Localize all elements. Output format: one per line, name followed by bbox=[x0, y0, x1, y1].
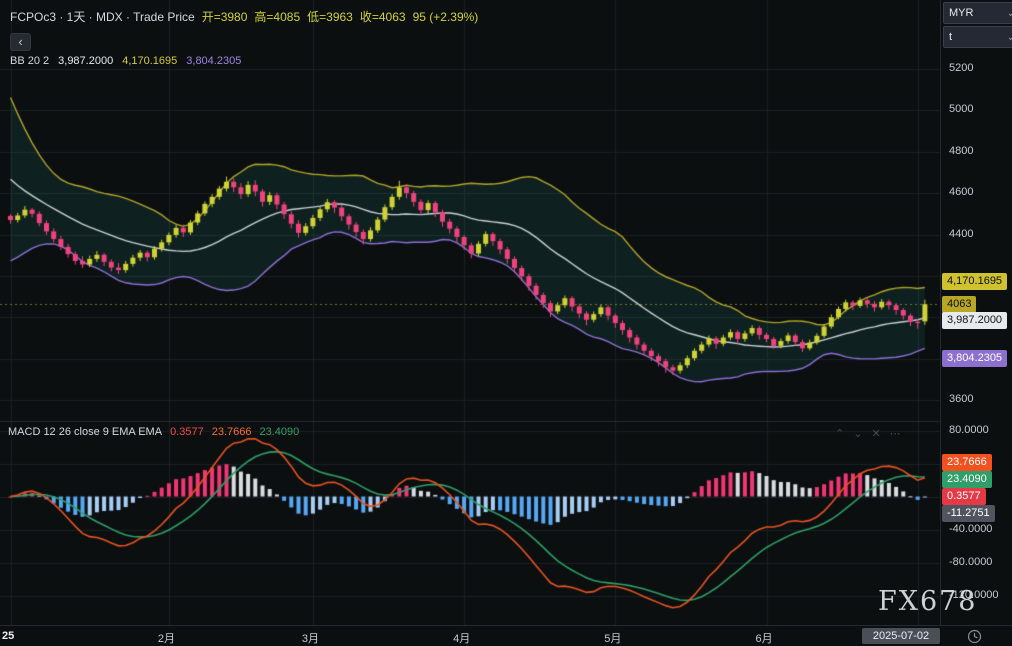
time-tick-label: 4月 bbox=[453, 630, 470, 646]
bb-upper-value: 4,170.1695 bbox=[122, 55, 177, 67]
price-tick-label: 4800 bbox=[949, 145, 973, 157]
time-tick-label: 5月 bbox=[604, 630, 621, 646]
bb-basis-value: 3,987.2000 bbox=[58, 55, 113, 67]
time-tick-label: 2月 bbox=[158, 630, 175, 646]
bb-basis-axis-label: 3,987.2000 bbox=[942, 312, 1007, 329]
macd-title[interactable]: MACD 12 26 close 9 EMA EMA bbox=[8, 426, 162, 438]
macd-signal-axis-label: 23.4090 bbox=[942, 471, 992, 488]
macd-pane-control-icon[interactable]: ⌃ bbox=[835, 428, 844, 440]
symbol-header: FCPOc3 · 1天 · MDX · Trade Price 开=3980 高=4… bbox=[10, 8, 485, 25]
unit-dropdown[interactable]: t ⌄ bbox=[943, 26, 1012, 48]
bb-upper-axis-label: 4,170.1695 bbox=[942, 273, 1007, 290]
close-value: 收=4063 bbox=[360, 10, 406, 24]
back-button[interactable]: ‹ bbox=[10, 33, 31, 51]
time-axis[interactable]: 25 2月 3月 4月 5月 6月 2025-07-02 bbox=[0, 625, 1012, 646]
bb-lower-value: 3,804.2305 bbox=[186, 55, 241, 67]
time-tick-label: 3月 bbox=[302, 630, 319, 646]
price-axis[interactable]: MYR ⌄ t ⌄ 5200 5000 4800 4600 4400 3600 80.000… bbox=[940, 0, 1012, 625]
trading-chart-app: FCPOc3 · 1天 · MDX · Trade Price 开=3980 高=4… bbox=[0, 0, 1012, 646]
time-tick-label: 6月 bbox=[756, 630, 773, 646]
chevron-down-icon: ⌄ bbox=[1007, 8, 1012, 19]
high-value: 高=4085 bbox=[254, 10, 300, 24]
price-tick-label: 3600 bbox=[949, 393, 973, 405]
chevron-down-icon: ⌄ bbox=[1007, 32, 1012, 43]
macd-line-value: 23.7666 bbox=[212, 426, 252, 438]
low-value: 低=3963 bbox=[307, 10, 353, 24]
back-icon: ‹ bbox=[18, 34, 22, 49]
macd-pane-control-icon[interactable]: ⌄ bbox=[853, 428, 862, 440]
time-tick-label: 25 bbox=[2, 630, 14, 642]
macd-pane-control-icon[interactable]: ✕ bbox=[871, 428, 880, 440]
currency-label: MYR bbox=[949, 7, 973, 19]
macd-pane-control-icon[interactable]: ⋯ bbox=[890, 428, 901, 440]
currency-dropdown[interactable]: MYR ⌄ bbox=[943, 2, 1012, 24]
unit-label: t bbox=[949, 31, 952, 43]
open-value: 开=3980 bbox=[202, 10, 248, 24]
macd-indicator-row: MACD 12 26 close 9 EMA EMA 0.3577 23.7666 2… bbox=[8, 426, 307, 438]
watermark: FX678 bbox=[878, 586, 978, 617]
price-tick-label: 4400 bbox=[949, 228, 973, 240]
macd-tick-label: 80.0000 bbox=[949, 424, 989, 436]
last-price-axis-label: 4063 bbox=[942, 296, 976, 313]
macd-signal-value: 23.4090 bbox=[259, 426, 299, 438]
price-tick-label: 5000 bbox=[949, 103, 973, 115]
bb-indicator-row: BB 20 2 3,987.2000 4,170.1695 3,804.2305 bbox=[10, 55, 250, 67]
current-date-box[interactable]: 2025-07-02 bbox=[862, 628, 940, 644]
change-value: 95 (+2.39%) bbox=[413, 10, 479, 24]
macd-hist-value: 0.3577 bbox=[170, 426, 204, 438]
macd-extra-axis-label: -11.2751 bbox=[942, 505, 995, 522]
macd-line-axis-label: 23.7666 bbox=[942, 454, 992, 471]
bb-lower-axis-label: 3,804.2305 bbox=[942, 350, 1007, 367]
macd-pane-controls: ⌃ ⌄ ✕ ⋯ bbox=[826, 427, 901, 440]
macd-tick-label: -40.0000 bbox=[949, 523, 992, 535]
clock-icon[interactable] bbox=[967, 629, 982, 644]
symbol-info[interactable]: FCPOc3 · 1天 · MDX · Trade Price bbox=[10, 10, 195, 24]
price-tick-label: 5200 bbox=[949, 62, 973, 74]
bb-title[interactable]: BB 20 2 bbox=[10, 55, 49, 67]
chart-canvas[interactable] bbox=[0, 0, 1012, 646]
macd-hist-axis-label: 0.3577 bbox=[942, 488, 986, 505]
price-tick-label: 4600 bbox=[949, 186, 973, 198]
macd-tick-label: -80.0000 bbox=[949, 556, 992, 568]
